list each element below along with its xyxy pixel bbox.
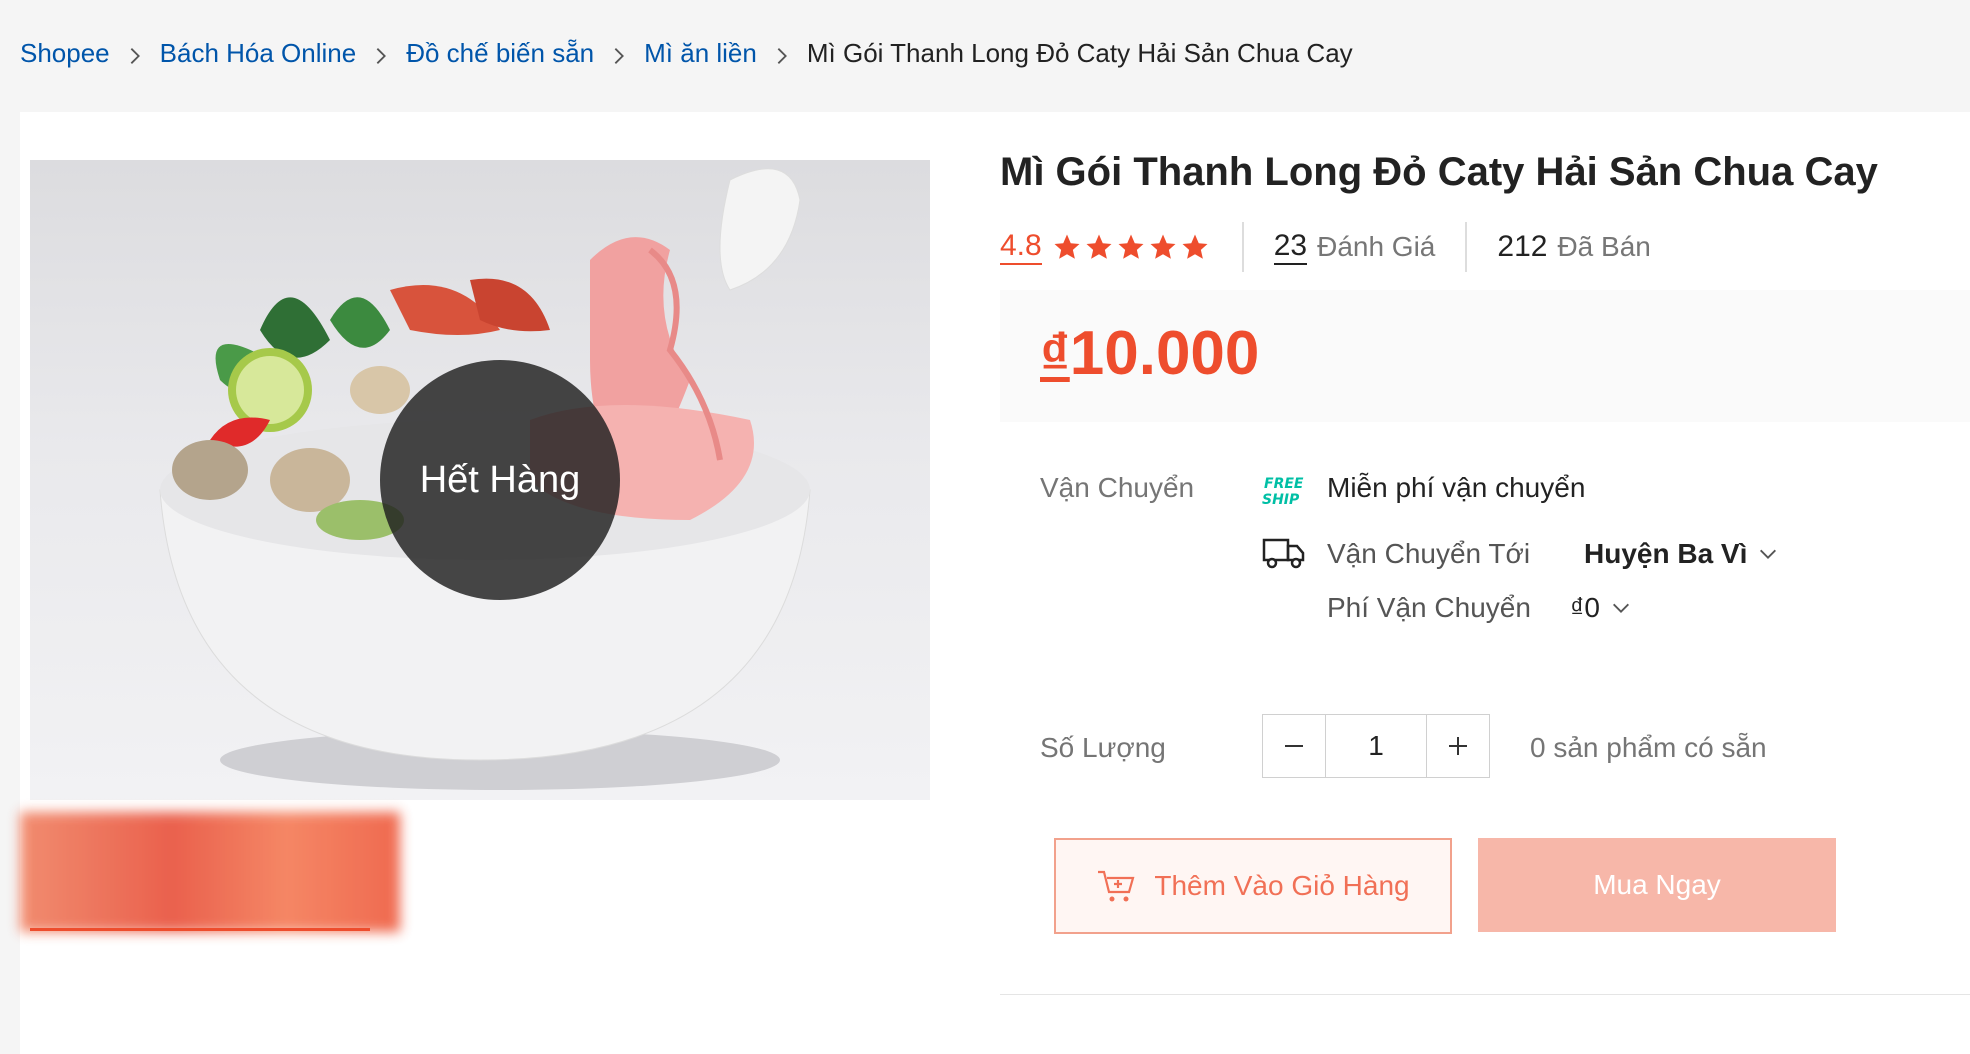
breadcrumb: Shopee Bách Hóa Online Đồ chế biến sẵn M… [20, 38, 1353, 69]
rating-stars [1052, 232, 1212, 262]
quantity-label: Số Lượng [1040, 732, 1166, 763]
decrease-quantity-button[interactable] [1263, 715, 1325, 777]
free-ship-icon: FREE SHIP [1262, 476, 1304, 508]
star-icon [1118, 234, 1144, 259]
chevron-right-icon [370, 43, 392, 65]
price-section: ₫10.000 [1000, 290, 1970, 422]
minus-icon [1285, 745, 1303, 747]
soldout-badge: Hết Hàng [380, 360, 620, 600]
star-icon [1086, 234, 1112, 259]
divider [1000, 994, 1970, 995]
chevron-right-icon [771, 43, 793, 65]
reviews-count[interactable]: 23 [1273, 229, 1308, 265]
breadcrumb-shopee[interactable]: Shopee [20, 38, 110, 69]
sold-label: Đã Bán [1557, 231, 1651, 262]
shipping-fee-label: Phí Vận Chuyển [1327, 592, 1531, 623]
breadcrumb-bach-hoa-online[interactable]: Bách Hóa Online [160, 38, 357, 69]
ship-to-label: Vận Chuyển Tới [1327, 538, 1531, 569]
sold-count: 212 [1497, 230, 1548, 263]
product-image[interactable]: Hết Hàng [30, 160, 930, 800]
shipping-fee-value: ₫0 [1570, 592, 1600, 623]
promo-banner-thumbnail[interactable] [20, 812, 400, 932]
price-value: 10.000 [1069, 319, 1260, 388]
breadcrumb-mi-an-lien[interactable]: Mì ăn liền [644, 38, 757, 69]
free-shipping-text: Miễn phí vận chuyển [1327, 472, 1586, 503]
quantity-stepper: 1 [1262, 714, 1490, 778]
star-icon [1150, 234, 1176, 259]
currency-symbol: ₫ [1040, 322, 1070, 387]
breadcrumb-do-che-bien-san[interactable]: Đồ chế biến sẵn [406, 38, 594, 69]
product-price: ₫10.000 [1040, 318, 1259, 389]
chevron-down-icon [1760, 549, 1777, 559]
star-icon [1054, 234, 1080, 259]
star-icon [1182, 234, 1208, 259]
divider [1241, 222, 1244, 272]
divider [1465, 222, 1468, 272]
stock-available-text: 0 sản phẩm có sẵn [1530, 732, 1767, 763]
add-to-cart-label: Thêm Vào Giỏ Hàng [1154, 870, 1410, 901]
increase-quantity-button[interactable] [1427, 715, 1489, 777]
breadcrumb-current: Mì Gói Thanh Long Đỏ Caty Hải Sản Chua C… [806, 38, 1353, 68]
thumbnail-active-indicator [30, 928, 370, 931]
product-stats: 4.8 23 Đánh Giá 212 Đã Bán [1000, 222, 1651, 272]
ship-to-selector[interactable]: Huyện Ba Vì [1584, 538, 1779, 570]
rating-value[interactable]: 4.8 [1000, 229, 1042, 265]
quantity-input[interactable]: 1 [1325, 715, 1427, 777]
truck-icon [1262, 538, 1305, 569]
add-to-cart-button[interactable]: Thêm Vào Giỏ Hàng [1054, 838, 1452, 934]
chevron-right-icon [608, 43, 630, 65]
shipping-fee-selector[interactable]: ₫0 [1570, 592, 1632, 624]
reviews-label: Đánh Giá [1317, 231, 1436, 262]
plus-icon [1449, 737, 1467, 755]
free-ship-icon-text-2: SHIP [1262, 492, 1300, 508]
chevron-right-icon [124, 43, 146, 65]
chevron-down-icon [1612, 603, 1629, 613]
ship-to-value: Huyện Ba Vì [1584, 538, 1748, 569]
product-title: Mì Gói Thanh Long Đỏ Caty Hải Sản Chua C… [1000, 150, 1878, 194]
buy-now-button[interactable]: Mua Ngay [1478, 838, 1836, 932]
shipping-label: Vận Chuyển [1040, 472, 1195, 503]
cart-add-icon [1098, 870, 1135, 902]
free-ship-icon-text-1: FREE [1264, 476, 1304, 492]
